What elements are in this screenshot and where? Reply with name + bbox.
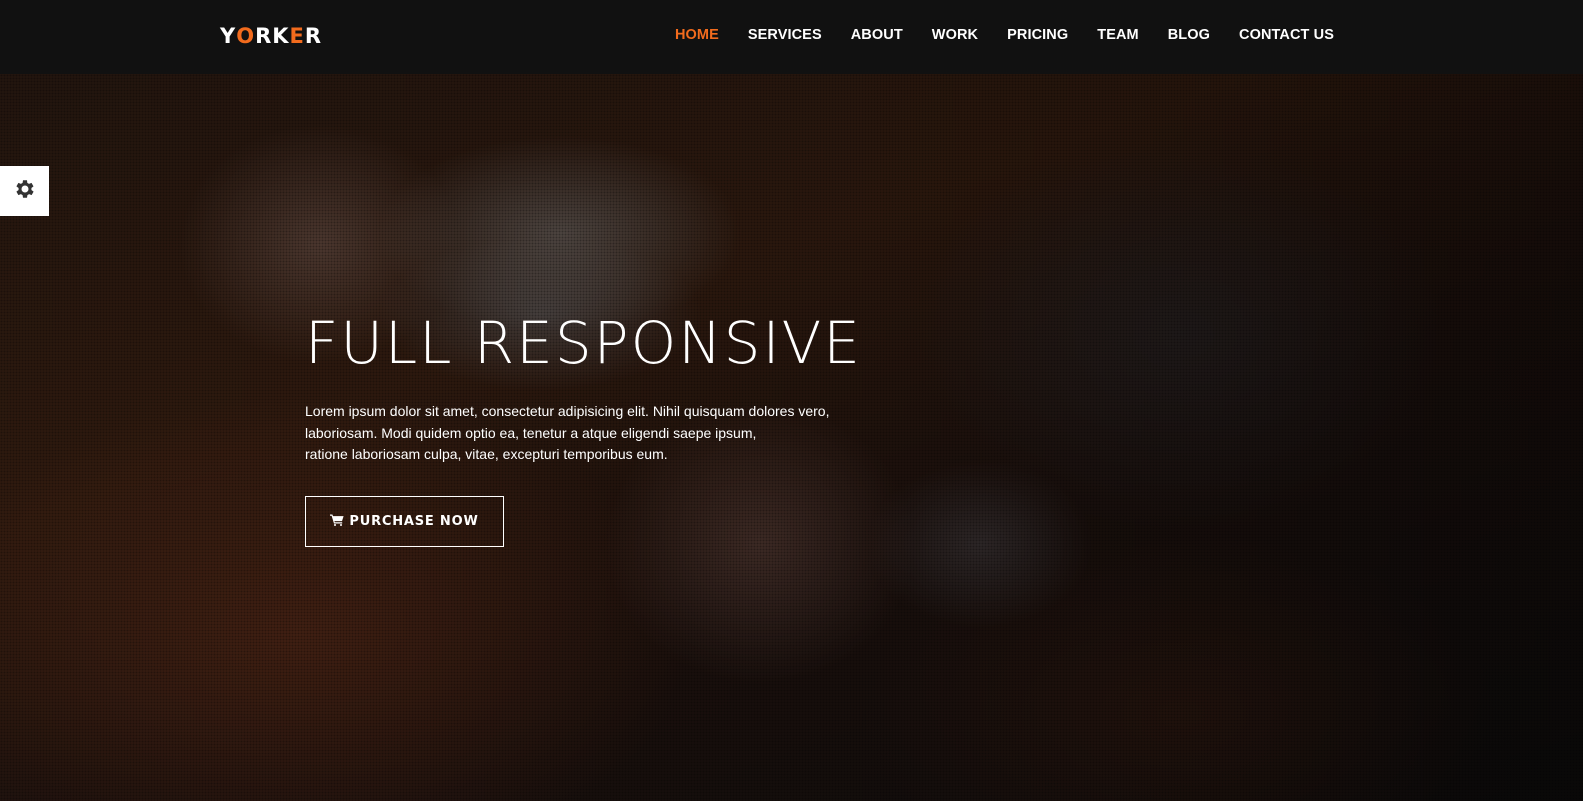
hero-description-line: laboriosam. Modi quidem optio ea, tenetu… bbox=[305, 424, 757, 441]
navbar: Y O R K E R HOME SERVICES ABOUT WORK PRI… bbox=[0, 0, 1583, 74]
purchase-now-button[interactable]: PURCHASE NOW bbox=[305, 496, 504, 547]
settings-panel-toggle[interactable] bbox=[0, 166, 49, 216]
hero-description-line: ratione laboriosam culpa, vitae, exceptu… bbox=[305, 446, 668, 462]
nav-item-home[interactable]: HOME bbox=[675, 27, 719, 43]
shopping-cart-icon bbox=[330, 514, 344, 530]
nav-item-services[interactable]: SERVICES bbox=[748, 27, 822, 43]
logo-letter: Y bbox=[220, 24, 237, 48]
gear-icon bbox=[13, 177, 37, 206]
nav-item-pricing[interactable]: PRICING bbox=[1007, 27, 1068, 43]
main-nav: HOME SERVICES ABOUT WORK PRICING TEAM BL… bbox=[675, 27, 1334, 43]
nav-item-work[interactable]: WORK bbox=[932, 27, 978, 43]
purchase-now-label: PURCHASE NOW bbox=[349, 514, 479, 529]
nav-item-blog[interactable]: BLOG bbox=[1168, 27, 1210, 43]
logo-letter: O bbox=[236, 24, 256, 48]
logo-letter: K bbox=[272, 24, 290, 48]
logo-letter: R bbox=[255, 24, 273, 48]
logo-letter: E bbox=[289, 24, 305, 48]
brand-logo[interactable]: Y O R K E R bbox=[220, 24, 322, 48]
hero-title: FULL RESPONSIVE bbox=[305, 309, 862, 377]
hero-content: FULL RESPONSIVE Lorem ipsum dolor sit am… bbox=[305, 309, 865, 547]
nav-item-team[interactable]: TEAM bbox=[1097, 27, 1138, 43]
logo-letter: R bbox=[304, 24, 323, 48]
nav-item-contact-us[interactable]: CONTACT US bbox=[1239, 27, 1334, 43]
nav-item-about[interactable]: ABOUT bbox=[851, 27, 903, 43]
hero-description: Lorem ipsum dolor sit amet, consectetur … bbox=[305, 401, 835, 466]
hero-description-line: Lorem ipsum dolor sit amet, consectetur … bbox=[305, 403, 830, 419]
